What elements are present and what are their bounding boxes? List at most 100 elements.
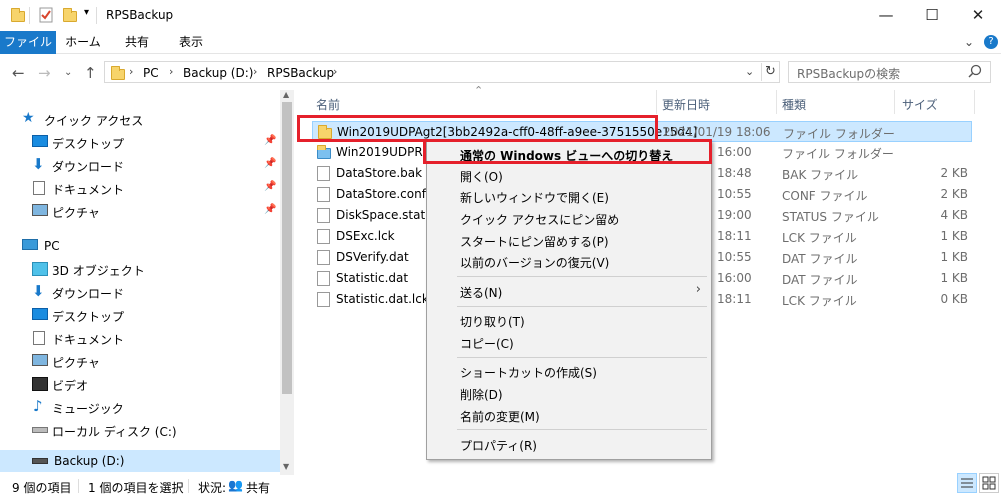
tab-view[interactable]: 表示 — [166, 31, 216, 54]
star-icon: ★ — [22, 110, 35, 126]
search-input[interactable]: RPSBackupの検索 — [788, 61, 991, 83]
state-label: 状況: — [198, 481, 227, 495]
tab-home[interactable]: ホーム — [58, 31, 108, 54]
properties-icon[interactable] — [38, 7, 54, 23]
nav-pc-3d-objects[interactable]: 3D オブジェクト — [0, 258, 280, 280]
breadcrumb-separator[interactable]: › — [253, 65, 257, 78]
close-button[interactable]: ✕ — [955, 0, 1001, 30]
up-icon[interactable]: ↑ — [84, 64, 97, 82]
menu-item-label: 開く(O) — [460, 170, 503, 184]
details-view-icon[interactable] — [957, 473, 977, 493]
nav-label: デスクトップ — [52, 137, 125, 151]
forward-icon[interactable]: → — [38, 64, 51, 82]
menu-item-pin-start[interactable]: スタートにピン留めする(P) — [427, 229, 711, 251]
title-bar: ▾ RPSBackup — ☐ ✕ — [0, 0, 1001, 31]
nav-pc-pictures[interactable]: ピクチャ — [0, 350, 280, 372]
large-icons-view-icon[interactable] — [979, 473, 999, 493]
file-date: 19:00 — [717, 208, 752, 222]
nav-label: デスクトップ — [52, 310, 125, 324]
help-icon[interactable]: ? — [984, 35, 998, 49]
breadcrumb-separator[interactable]: › — [169, 65, 173, 78]
file-size: 2 KB — [940, 166, 968, 180]
column-header-date[interactable]: 更新日時 — [662, 96, 710, 113]
file-date: 16:00 — [717, 145, 752, 159]
menu-item-open[interactable]: 開く(O) — [427, 164, 711, 186]
menu-item-send-to[interactable]: 送る(N) › — [427, 280, 711, 302]
nav-quick-desktop[interactable]: デスクトップ 📌 — [0, 131, 280, 153]
folder-icon — [317, 145, 331, 160]
maximize-button[interactable]: ☐ — [909, 0, 955, 30]
nav-pc-documents[interactable]: ドキュメント — [0, 327, 280, 349]
column-header-type[interactable]: 種類 — [782, 96, 806, 113]
file-date: 18:48 — [717, 166, 752, 180]
breadcrumb-separator[interactable]: › — [333, 65, 337, 78]
minimize-button[interactable]: — — [863, 0, 909, 30]
quick-access-toolbar-dropdown[interactable]: ▾ — [84, 7, 89, 18]
nav-pc-desktop[interactable]: デスクトップ — [0, 304, 280, 326]
sort-ascending-icon: ⌃ — [474, 84, 484, 97]
search-icon[interactable] — [968, 64, 982, 81]
refresh-icon[interactable]: ↻ — [765, 64, 776, 79]
column-header-name[interactable]: 名前 — [316, 96, 340, 113]
menu-item-delete[interactable]: 削除(D) — [427, 382, 711, 404]
nav-quick-downloads[interactable]: ⬇ ダウンロード 📌 — [0, 154, 280, 176]
nav-quick-access[interactable]: ★ クイック アクセス — [0, 108, 280, 130]
pin-icon[interactable]: 📌 — [264, 204, 276, 215]
new-folder-icon[interactable] — [62, 7, 78, 23]
navigation-pane: ★ クイック アクセス デスクトップ 📌 ⬇ ダウンロード 📌 ドキュメント 📌… — [0, 90, 294, 475]
pc-icon — [22, 239, 38, 250]
nav-pc-videos[interactable]: ビデオ — [0, 373, 280, 395]
nav-quick-pictures[interactable]: ピクチャ 📌 — [0, 200, 280, 222]
breadcrumb-separator: › — [129, 65, 134, 78]
address-bar[interactable]: › PC › Backup (D:) › RPSBackup › ⌄ ↻ — [104, 61, 780, 83]
address-dropdown-icon[interactable]: ⌄ — [745, 65, 754, 78]
breadcrumb-backup-drive[interactable]: Backup (D:) — [183, 66, 253, 80]
scroll-down-icon[interactable]: ▼ — [283, 462, 289, 471]
breadcrumb-rpsbackup[interactable]: RPSBackup — [267, 66, 334, 80]
menu-item-properties[interactable]: プロパティ(R) — [427, 433, 711, 455]
menu-item-copy[interactable]: コピー(C) — [427, 331, 711, 353]
pin-icon[interactable]: 📌 — [264, 158, 276, 169]
nav-this-pc[interactable]: PC — [0, 235, 280, 257]
file-date: 18:11 — [717, 229, 752, 243]
tab-share[interactable]: 共有 — [112, 31, 162, 54]
music-note-icon: ♪ — [33, 397, 43, 415]
ribbon-expand-icon[interactable]: ⌄ — [960, 31, 978, 54]
nav-pc-backup-d[interactable]: Backup (D:) — [0, 450, 280, 472]
menu-item-rename[interactable]: 名前の変更(M) — [427, 404, 711, 426]
menu-item-restore-previous[interactable]: 以前のバージョンの復元(V) — [427, 250, 711, 272]
file-icon — [317, 208, 330, 223]
menu-item-open-new-window[interactable]: 新しいウィンドウで開く(E) — [427, 185, 711, 207]
tab-file[interactable]: ファイル — [0, 31, 56, 54]
file-type: ファイル フォルダー — [782, 147, 894, 161]
menu-item-cut[interactable]: 切り取り(T) — [427, 309, 711, 331]
pin-icon[interactable]: 📌 — [264, 181, 276, 192]
file-name: DSVerify.dat — [336, 250, 409, 264]
nav-quick-documents[interactable]: ドキュメント 📌 — [0, 177, 280, 199]
menu-separator — [457, 429, 707, 430]
document-icon — [33, 331, 45, 345]
pin-icon[interactable]: 📌 — [264, 135, 276, 146]
menu-item-pin-quick-access[interactable]: クイック アクセスにピン留め — [427, 207, 711, 229]
scroll-up-icon[interactable]: ▲ — [283, 90, 289, 99]
download-arrow-icon: ⬇ — [32, 282, 45, 300]
column-header-size[interactable]: サイズ — [902, 96, 938, 113]
desktop-icon — [32, 308, 48, 320]
nav-scrollbar-thumb[interactable] — [282, 102, 292, 394]
status-bar: 9 個の項目 1 個の項目を選択 状況: 👥 共有 — [0, 475, 1001, 497]
recent-locations-icon[interactable]: ⌄ — [64, 67, 72, 78]
breadcrumb-pc[interactable]: PC — [143, 66, 159, 80]
nav-scrollbar[interactable]: ▲ ▼ — [280, 90, 294, 475]
nav-pc-local-disk-c[interactable]: ローカル ディスク (C:) — [0, 419, 280, 441]
file-date: 10:55 — [717, 250, 752, 264]
nav-pc-music[interactable]: ♪ ミュージック — [0, 396, 280, 418]
document-icon — [33, 181, 45, 195]
nav-pc-downloads[interactable]: ⬇ ダウンロード — [0, 281, 280, 303]
file-icon — [317, 292, 330, 307]
file-name: Statistic.dat.lck — [336, 292, 429, 306]
context-menu: 通常の Windows ビューへの切り替え 開く(O) 新しいウィンドウで開く(… — [426, 140, 712, 460]
back-icon[interactable]: ← — [12, 64, 25, 82]
file-date: 16:00 — [717, 271, 752, 285]
menu-item-label: 削除(D) — [460, 388, 503, 402]
menu-item-create-shortcut[interactable]: ショートカットの作成(S) — [427, 360, 711, 382]
